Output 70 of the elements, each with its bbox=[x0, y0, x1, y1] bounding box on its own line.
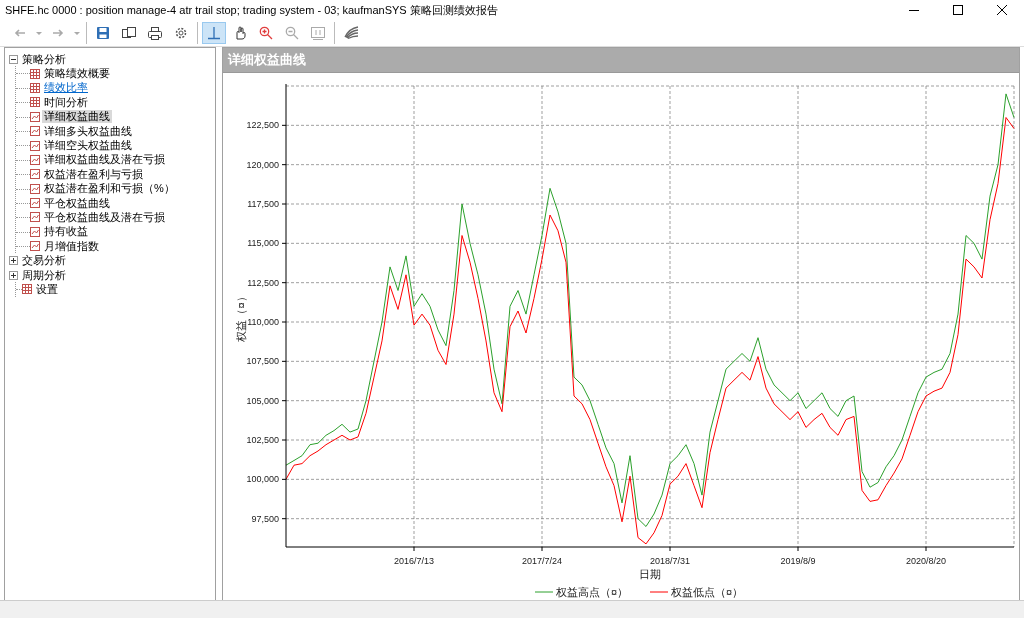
legend-label: 权益高点（¤） bbox=[556, 586, 629, 598]
tree-item[interactable]: 持有收益 bbox=[42, 225, 90, 239]
chart-icon bbox=[30, 212, 40, 223]
tick-label: 105,000 bbox=[246, 395, 279, 406]
tree-item[interactable]: 详细空头权益曲线 bbox=[42, 139, 134, 153]
collapse-icon[interactable] bbox=[9, 54, 18, 64]
tick-label: 2016/7/13 bbox=[394, 556, 434, 566]
crosshair-icon bbox=[206, 25, 222, 41]
tick-label: 122,500 bbox=[246, 120, 279, 131]
table-icon bbox=[30, 82, 40, 93]
tick-label: 102,500 bbox=[246, 435, 279, 445]
tick-label: 2018/7/31 bbox=[650, 556, 690, 566]
chart-icon bbox=[30, 126, 40, 137]
expand-icon[interactable] bbox=[9, 256, 18, 266]
chart-icon bbox=[30, 198, 40, 209]
crosshair-button[interactable] bbox=[202, 22, 226, 44]
dropdown-icon bbox=[74, 31, 80, 35]
tree-item[interactable]: 详细权益曲线 bbox=[42, 110, 112, 124]
wing-icon bbox=[343, 25, 359, 41]
tree-item[interactable]: 设置 bbox=[34, 282, 60, 296]
chart-icon bbox=[30, 169, 40, 180]
chart-icon bbox=[30, 111, 40, 122]
tick-label: 2019/8/9 bbox=[780, 556, 816, 566]
tree-item[interactable]: 绩效比率 bbox=[42, 81, 90, 95]
axis-title: 权益（¤） bbox=[235, 291, 247, 342]
tree-item[interactable]: 策略绩效概要 bbox=[42, 67, 112, 81]
close-icon[interactable] bbox=[996, 4, 1008, 16]
print-icon bbox=[147, 25, 163, 41]
tree-item[interactable]: 时间分析 bbox=[42, 95, 90, 109]
save-icon bbox=[95, 25, 111, 41]
zoom-out-icon bbox=[284, 25, 300, 41]
tick-label: 110,000 bbox=[247, 317, 279, 327]
table-icon bbox=[30, 68, 40, 79]
tick-label: 117,500 bbox=[247, 199, 279, 209]
tree-item[interactable]: 周期分析 bbox=[20, 268, 68, 282]
tree-item[interactable]: 平仓权益曲线 bbox=[42, 196, 112, 210]
tree-item[interactable]: 权益潜在盈利与亏损 bbox=[42, 167, 145, 181]
tree-item[interactable]: 平仓权益曲线及潜在亏损 bbox=[42, 211, 167, 224]
expand-icon[interactable] bbox=[9, 270, 18, 280]
fit-icon bbox=[310, 25, 326, 41]
axis-title: 日期 bbox=[639, 568, 661, 580]
tick-label: 107,500 bbox=[246, 356, 279, 367]
copy-icon bbox=[121, 25, 137, 41]
window-title: SHFE.hc 0000 : position manage-4 atr trail stop; trading system - 03; kaufmanSYS 策略回测绩效报告 bbox=[4, 2, 499, 18]
dropdown-icon bbox=[36, 31, 42, 35]
tick-label: 97,500 bbox=[251, 513, 279, 524]
tick-label: 100,000 bbox=[246, 474, 279, 485]
chart-icon bbox=[30, 140, 40, 151]
tick-label: 2017/7/24 bbox=[522, 556, 562, 566]
maximize-icon[interactable] bbox=[952, 4, 964, 16]
tree-item[interactable]: 权益潜在盈利和亏损（%） bbox=[42, 182, 177, 196]
chart-icon bbox=[30, 154, 40, 165]
table-icon bbox=[22, 284, 32, 295]
tree-item[interactable]: 交易分析 bbox=[20, 254, 68, 268]
tree-item[interactable]: 详细权益曲线及潜在亏损 bbox=[42, 153, 167, 167]
chart-icon bbox=[30, 183, 40, 194]
panel-title: 详细权益曲线 bbox=[223, 48, 1019, 73]
tick-label: 2020/8/20 bbox=[906, 556, 946, 566]
table-icon bbox=[30, 97, 40, 108]
chart-icon bbox=[30, 241, 40, 252]
tree-item[interactable]: 月增值指数 bbox=[42, 239, 101, 253]
tick-label: 120,000 bbox=[246, 159, 279, 170]
chart-icon bbox=[30, 226, 40, 237]
settings-icon bbox=[173, 25, 189, 41]
tree-item[interactable]: 详细多头权益曲线 bbox=[42, 124, 134, 138]
legend-label: 权益低点（¤） bbox=[671, 586, 744, 598]
tick-label: 115,000 bbox=[247, 238, 279, 249]
tick-label: 112,500 bbox=[247, 277, 279, 288]
tree-item[interactable]: 策略分析 bbox=[20, 52, 68, 66]
zoom-in-icon bbox=[258, 25, 274, 41]
